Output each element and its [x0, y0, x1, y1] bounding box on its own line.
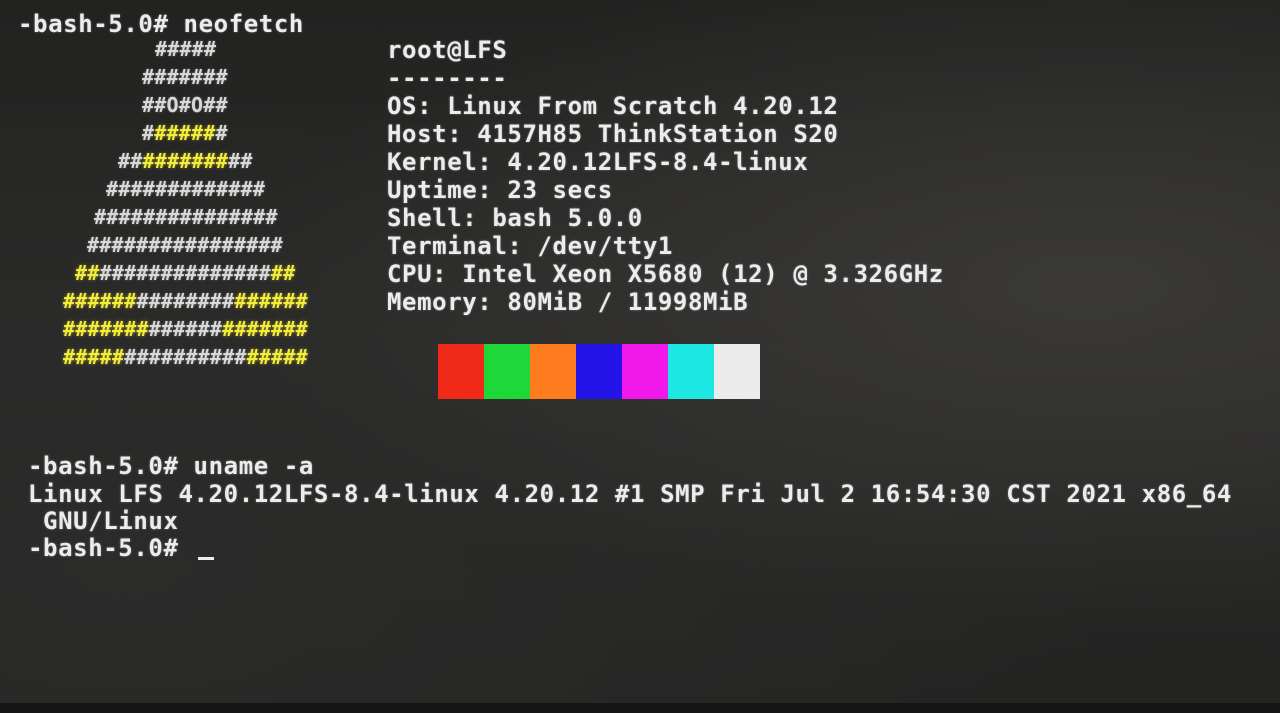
logo-row: #############	[106, 176, 265, 202]
logo-segment: ##O#O##	[142, 93, 228, 117]
logo-row: ###############	[94, 204, 278, 230]
logo-segment: ######	[234, 289, 308, 313]
palette-swatch	[438, 344, 484, 399]
logo-segment: #####	[63, 345, 125, 369]
info-host: Host: 4157H85 ThinkStation S20	[387, 120, 839, 148]
logo-row: ####################	[63, 344, 308, 370]
logo-segment: #####	[155, 37, 217, 61]
logo-segment: ###############	[94, 205, 278, 229]
logo-row: ##################	[75, 260, 295, 286]
logo-segment: #####	[154, 121, 216, 145]
logo-segment: #######	[142, 149, 229, 173]
logo-segment: ##	[75, 261, 100, 285]
logo-segment: #######	[222, 317, 308, 341]
logo-segment: #####	[246, 345, 308, 369]
logo-segment: #######	[63, 317, 149, 341]
logo-row: ################	[87, 232, 283, 258]
logo-row: #######	[142, 64, 228, 90]
info-os: OS: Linux From Scratch 4.20.12	[387, 92, 839, 120]
palette-swatch	[622, 344, 668, 399]
logo-segment: ########	[136, 289, 235, 313]
user-host: root@LFS	[387, 36, 508, 64]
logo-segment: ######	[63, 289, 137, 313]
logo-segment: ################	[87, 233, 283, 257]
logo-segment: #############	[106, 177, 266, 201]
logo-row: ####################	[63, 316, 308, 342]
info-terminal: Terminal: /dev/tty1	[387, 232, 673, 260]
logo-segment: ##	[270, 261, 296, 285]
info-cpu: CPU: Intel Xeon X5680 (12) @ 3.326GHz	[387, 260, 944, 288]
info-separator: --------	[387, 64, 508, 92]
info-kernel: Kernel: 4.20.12LFS-8.4-linux	[387, 148, 809, 176]
color-palette	[438, 344, 760, 399]
palette-swatch	[714, 344, 760, 399]
uname-output-line-1: Linux LFS 4.20.12LFS-8.4-linux 4.20.12 #…	[28, 480, 1232, 508]
prompt-uname: -bash-5.0# uname -a	[28, 452, 314, 480]
logo-row: ###########	[118, 148, 253, 174]
logo-row: ##O#O##	[142, 92, 228, 118]
logo-segment: ######	[148, 317, 223, 341]
logo-segment: ##############	[99, 261, 271, 285]
logo-segment: ##########	[124, 345, 247, 369]
prompt-text: -bash-5.0#	[28, 534, 194, 562]
uname-output-line-2: GNU/Linux	[28, 507, 179, 535]
logo-row: ####################	[63, 288, 308, 314]
text-cursor	[197, 557, 214, 560]
info-shell: Shell: bash 5.0.0	[387, 204, 643, 232]
palette-swatch	[576, 344, 622, 399]
logo-segment: ##	[228, 149, 253, 173]
logo-segment: #######	[142, 65, 228, 89]
prompt-neofetch: -bash-5.0# neofetch	[18, 10, 304, 38]
info-memory: Memory: 80MiB / 11998MiB	[387, 288, 749, 316]
palette-swatch	[484, 344, 530, 399]
logo-row: #####	[155, 36, 216, 62]
info-uptime: Uptime: 23 secs	[387, 176, 613, 204]
palette-swatch	[530, 344, 576, 399]
screen-bezel-edge	[0, 703, 1280, 713]
logo-row: #######	[142, 120, 228, 146]
logo-segment: #	[215, 121, 228, 145]
terminal-screen[interactable]: -bash-5.0# neofetch ##### ####### ##O#O## #…	[0, 0, 1280, 713]
logo-segment: #	[142, 121, 155, 145]
logo-segment: ##	[118, 149, 143, 173]
palette-swatch	[668, 344, 714, 399]
prompt-active[interactable]: -bash-5.0#	[28, 534, 214, 562]
